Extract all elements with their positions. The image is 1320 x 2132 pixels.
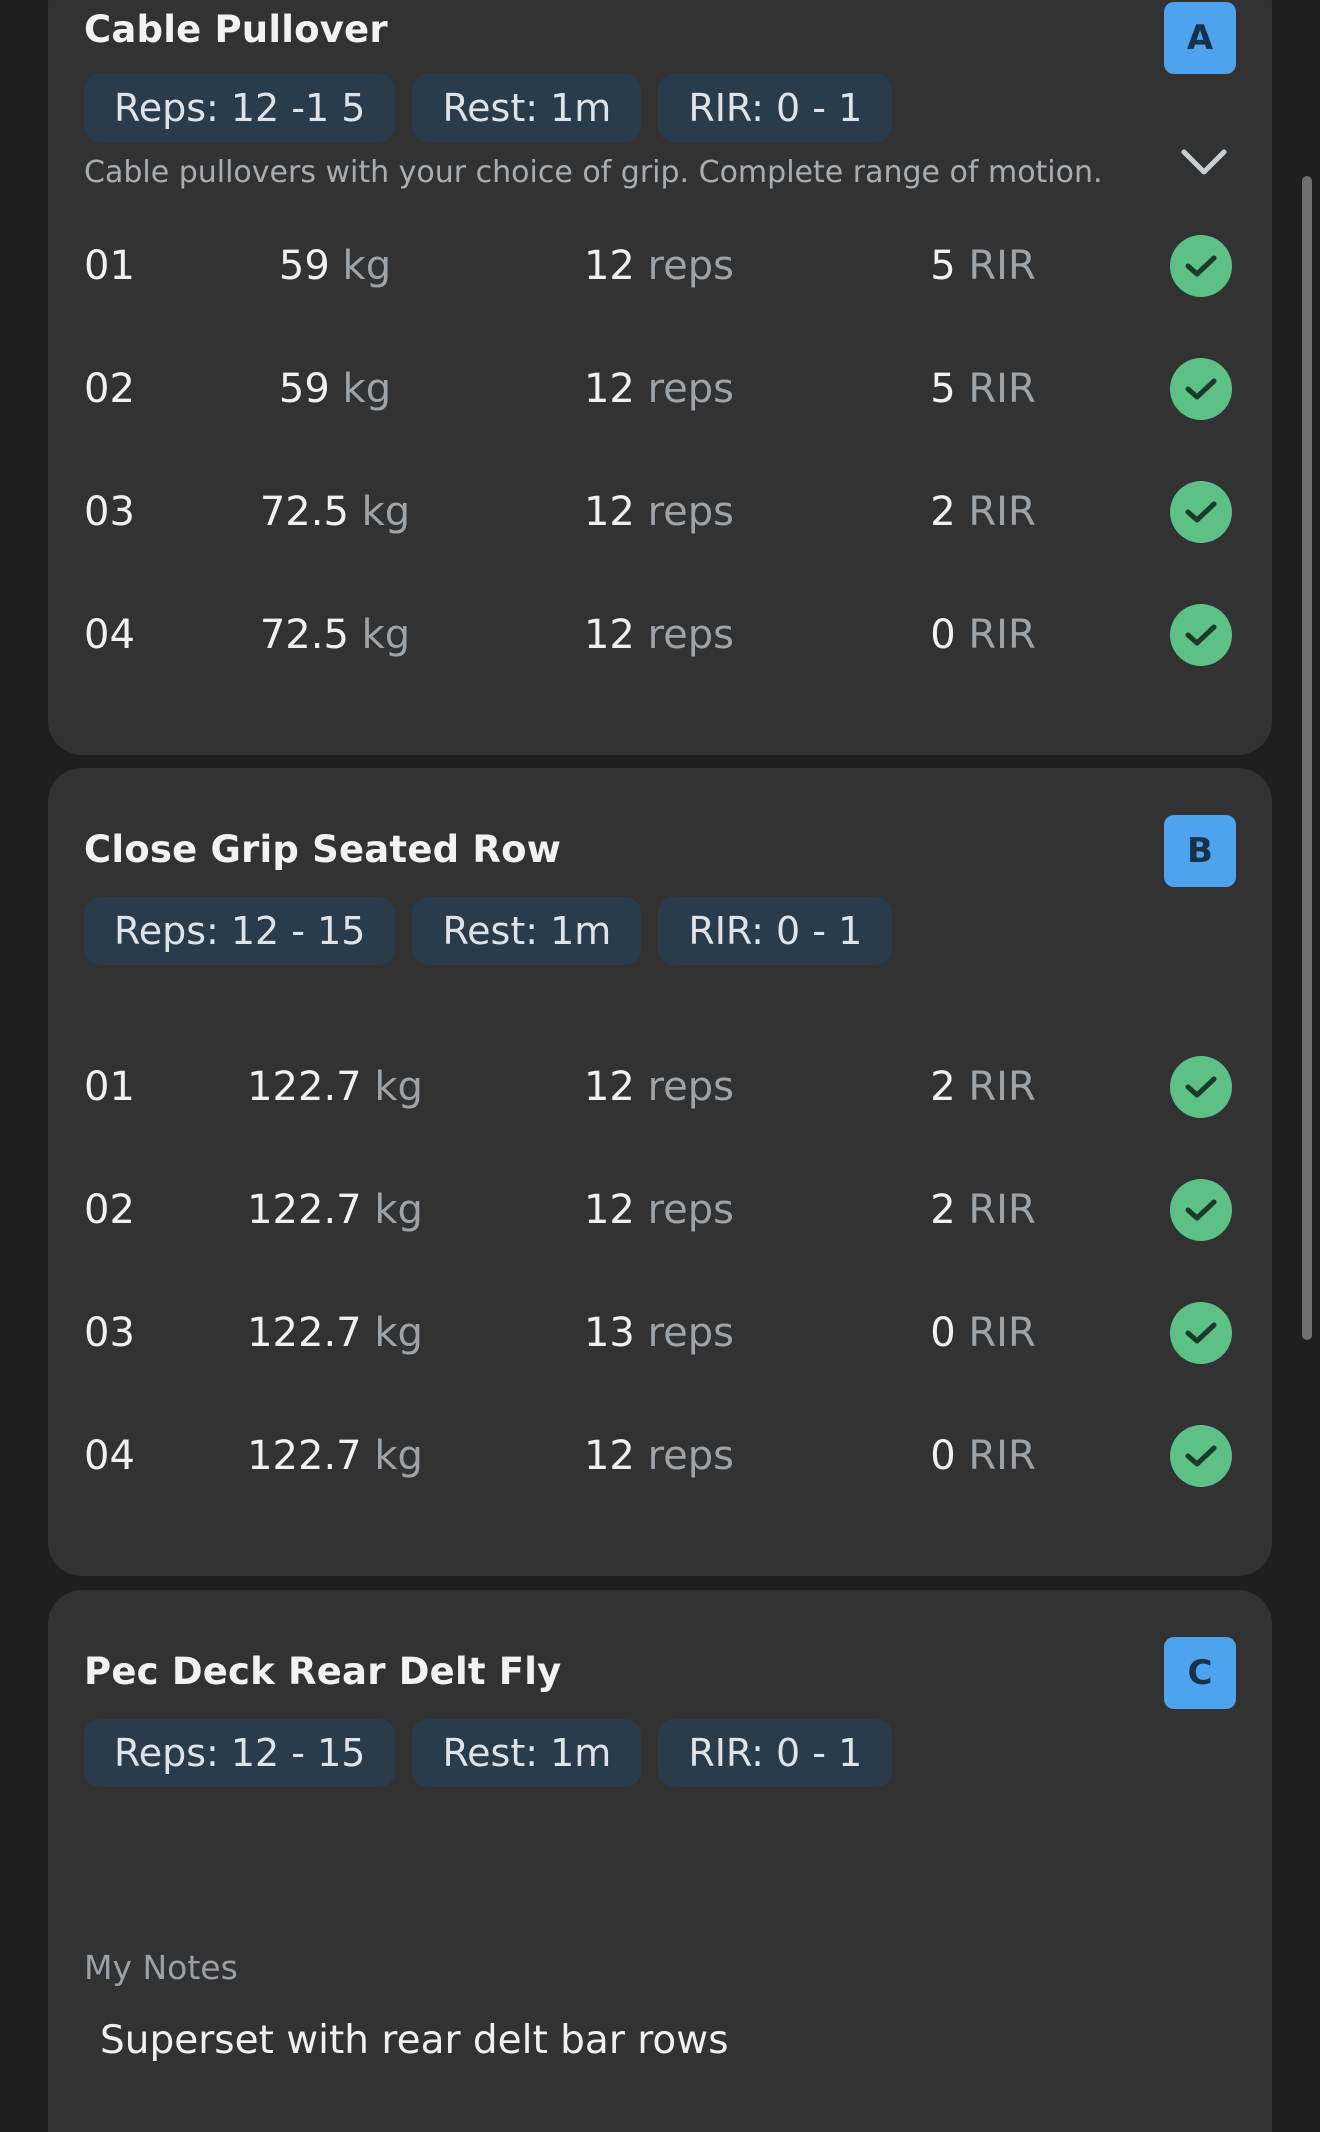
exercise-title: Pec Deck Rear Delt Fly — [84, 1650, 562, 1693]
set-weight[interactable]: 122.7 kg — [247, 1310, 423, 1356]
set-weight[interactable]: 72.5 kg — [260, 489, 410, 535]
set-weight[interactable]: 122.7 kg — [247, 1433, 423, 1479]
check-icon[interactable] — [1170, 1179, 1232, 1241]
set-reps[interactable]: 13 reps — [584, 1310, 734, 1356]
check-icon[interactable] — [1170, 604, 1232, 666]
check-icon[interactable] — [1170, 481, 1232, 543]
notes-text[interactable]: Superset with rear delt bar rows — [100, 2018, 729, 2063]
exercise-description: Cable pullovers with your choice of grip… — [84, 155, 1103, 190]
exercise-chips: Reps: 12 - 15 Rest: 1m RIR: 0 - 1 — [84, 1719, 893, 1787]
set-reps[interactable]: 12 reps — [584, 366, 734, 412]
rir-chip: RIR: 0 - 1 — [658, 74, 893, 142]
set-rir[interactable]: 0 RIR — [930, 1310, 1036, 1356]
rir-chip: RIR: 0 - 1 — [658, 897, 893, 965]
set-rir[interactable]: 2 RIR — [930, 489, 1036, 535]
set-row: 03 122.7 kg 13 reps 0 RIR — [48, 1292, 1272, 1372]
set-reps[interactable]: 12 reps — [584, 1433, 734, 1479]
reps-chip: Reps: 12 -1 5 — [84, 74, 396, 142]
rest-chip: Rest: 1m — [412, 74, 642, 142]
set-weight[interactable]: 122.7 kg — [247, 1064, 423, 1110]
set-number: 01 — [84, 243, 135, 289]
exercise-letter-badge[interactable]: B — [1164, 815, 1236, 887]
exercise-chips: Reps: 12 - 15 Rest: 1m RIR: 0 - 1 — [84, 897, 893, 965]
set-row: 04 72.5 kg 12 reps 0 RIR — [48, 594, 1272, 674]
set-row: 01 122.7 kg 12 reps 2 RIR — [48, 1046, 1272, 1126]
set-row: 01 59 kg 12 reps 5 RIR — [48, 225, 1272, 305]
set-rir[interactable]: 0 RIR — [930, 612, 1036, 658]
set-weight[interactable]: 122.7 kg — [247, 1187, 423, 1233]
set-reps[interactable]: 12 reps — [584, 243, 734, 289]
set-row: 02 59 kg 12 reps 5 RIR — [48, 348, 1272, 428]
set-number: 04 — [84, 612, 135, 658]
check-icon[interactable] — [1170, 1056, 1232, 1118]
scrollbar[interactable] — [1302, 176, 1312, 1340]
set-reps[interactable]: 12 reps — [584, 1187, 734, 1233]
check-icon[interactable] — [1170, 358, 1232, 420]
set-weight[interactable]: 59 kg — [279, 243, 391, 289]
set-row: 02 122.7 kg 12 reps 2 RIR — [48, 1169, 1272, 1249]
rir-chip: RIR: 0 - 1 — [658, 1719, 893, 1787]
exercise-title: Close Grip Seated Row — [84, 828, 562, 871]
reps-chip: Reps: 12 - 15 — [84, 897, 396, 965]
set-number: 03 — [84, 1310, 135, 1356]
set-reps[interactable]: 12 reps — [584, 612, 734, 658]
exercise-card-pec-deck-rear-delt-fly: Pec Deck Rear Delt Fly C Reps: 12 - 15 R… — [48, 1590, 1272, 2132]
check-icon[interactable] — [1170, 235, 1232, 297]
set-number: 01 — [84, 1064, 135, 1110]
exercise-chips: Reps: 12 -1 5 Rest: 1m RIR: 0 - 1 — [84, 74, 893, 142]
set-number: 02 — [84, 366, 135, 412]
set-rir[interactable]: 5 RIR — [930, 366, 1036, 412]
set-reps[interactable]: 12 reps — [584, 489, 734, 535]
set-reps[interactable]: 12 reps — [584, 1064, 734, 1110]
set-weight[interactable]: 59 kg — [279, 366, 391, 412]
chevron-down-icon[interactable] — [1180, 148, 1228, 178]
set-rir[interactable]: 5 RIR — [930, 243, 1036, 289]
set-rir[interactable]: 2 RIR — [930, 1187, 1036, 1233]
reps-chip: Reps: 12 - 15 — [84, 1719, 396, 1787]
rest-chip: Rest: 1m — [412, 1719, 642, 1787]
set-rir[interactable]: 2 RIR — [930, 1064, 1036, 1110]
set-row: 03 72.5 kg 12 reps 2 RIR — [48, 471, 1272, 551]
workout-screen: Cable Pullover A Reps: 12 -1 5 Rest: 1m … — [0, 0, 1320, 2132]
exercise-letter-badge[interactable]: C — [1164, 1637, 1236, 1709]
check-icon[interactable] — [1170, 1302, 1232, 1364]
set-number: 04 — [84, 1433, 135, 1479]
set-weight[interactable]: 72.5 kg — [260, 612, 410, 658]
set-number: 03 — [84, 489, 135, 535]
check-icon[interactable] — [1170, 1425, 1232, 1487]
set-number: 02 — [84, 1187, 135, 1233]
exercise-card-cable-pullover: Cable Pullover A Reps: 12 -1 5 Rest: 1m … — [48, 0, 1272, 755]
set-rir[interactable]: 0 RIR — [930, 1433, 1036, 1479]
notes-label: My Notes — [84, 1948, 238, 1987]
exercise-title: Cable Pullover — [84, 8, 388, 51]
rest-chip: Rest: 1m — [412, 897, 642, 965]
exercise-letter-badge[interactable]: A — [1164, 2, 1236, 74]
set-row: 04 122.7 kg 12 reps 0 RIR — [48, 1415, 1272, 1495]
exercise-card-close-grip-seated-row: Close Grip Seated Row B Reps: 12 - 15 Re… — [48, 768, 1272, 1576]
